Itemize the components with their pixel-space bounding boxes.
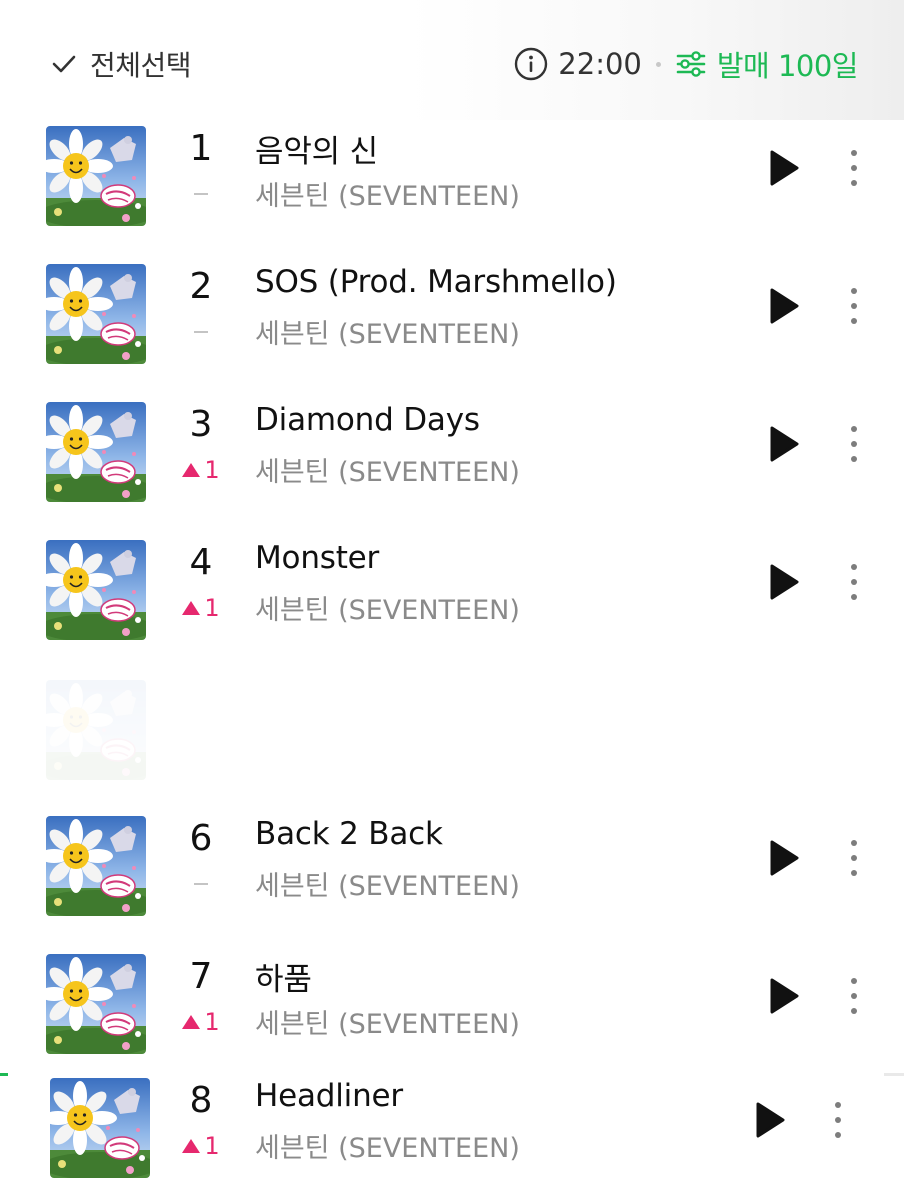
- album-cover[interactable]: [50, 1078, 150, 1178]
- rank-change-value: 1: [204, 594, 220, 622]
- release-filter-label: 발매 100일: [716, 49, 859, 83]
- more-vertical-icon[interactable]: [840, 422, 868, 466]
- track-row[interactable]: 8 1 Headliner 세븐틴 (SEVENTEEN): [0, 1070, 904, 1180]
- more-vertical-icon[interactable]: [840, 284, 868, 328]
- album-cover[interactable]: [46, 954, 146, 1054]
- track-artist[interactable]: 세븐틴 (SEVENTEEN): [255, 450, 520, 489]
- track-title[interactable]: 음악의 신: [255, 126, 378, 171]
- track-title[interactable]: Back 2 Back: [255, 816, 443, 852]
- more-vertical-icon[interactable]: [840, 560, 868, 604]
- track-title[interactable]: Headliner: [255, 1078, 403, 1114]
- play-icon[interactable]: [766, 286, 802, 326]
- rank-up-icon: [182, 1139, 201, 1153]
- album-cover[interactable]: [46, 126, 146, 226]
- play-icon[interactable]: [766, 838, 802, 878]
- rank-change-value: 1: [204, 1132, 220, 1160]
- track-rank: 4: [189, 542, 213, 583]
- rank-same-icon: [194, 331, 208, 333]
- track-title[interactable]: 하품: [255, 954, 312, 999]
- track-artist[interactable]: 세븐틴 (SEVENTEEN): [255, 1126, 520, 1165]
- current-position-marker: [0, 1073, 8, 1076]
- play-icon[interactable]: [766, 424, 802, 464]
- rank-same-icon: [194, 883, 208, 885]
- play-icon[interactable]: [766, 562, 802, 602]
- track-title[interactable]: Diamond Days: [255, 402, 480, 438]
- rank-change: [170, 316, 232, 348]
- play-icon[interactable]: [766, 148, 802, 188]
- separator-dot: [655, 61, 661, 67]
- track-artist[interactable]: 세븐틴 (SEVENTEEN): [255, 588, 520, 627]
- select-all-button[interactable]: 전체선택: [50, 44, 192, 84]
- info-icon[interactable]: [514, 47, 548, 81]
- album-cover[interactable]: [46, 402, 146, 502]
- faded-track-row: [0, 672, 904, 782]
- track-row[interactable]: 4 1 Monster 세븐틴 (SEVENTEEN): [0, 532, 904, 642]
- rank-same-icon: [194, 193, 208, 195]
- more-vertical-icon[interactable]: [840, 836, 868, 880]
- album-cover: [46, 680, 146, 780]
- track-row[interactable]: 1 음악의 신 세븐틴 (SEVENTEEN): [0, 118, 904, 228]
- album-cover[interactable]: [46, 264, 146, 364]
- rank-up-icon: [182, 463, 201, 477]
- more-vertical-icon[interactable]: [840, 974, 868, 1018]
- rank-change: 1: [170, 592, 232, 624]
- track-row[interactable]: 3 1 Diamond Days 세븐틴 (SEVENTEEN): [0, 394, 904, 504]
- album-cover[interactable]: [46, 540, 146, 640]
- chart-time: 22:00: [558, 47, 642, 81]
- track-rank: 8: [189, 1080, 213, 1121]
- track-title[interactable]: SOS (Prod. Marshmello): [255, 264, 617, 300]
- track-title[interactable]: Monster: [255, 540, 379, 576]
- check-icon: [52, 55, 76, 73]
- rank-change: 1: [170, 1006, 232, 1038]
- more-vertical-icon[interactable]: [824, 1098, 852, 1142]
- play-icon[interactable]: [752, 1100, 788, 1140]
- track-row[interactable]: 6 Back 2 Back 세븐틴 (SEVENTEEN): [0, 808, 904, 918]
- divider-line: [884, 1073, 904, 1076]
- filter-sliders-icon: [675, 48, 707, 80]
- more-vertical-icon[interactable]: [840, 146, 868, 190]
- rank-change: [170, 178, 232, 210]
- track-rank: 3: [189, 404, 213, 445]
- track-rank: 6: [189, 818, 213, 859]
- select-all-label: 전체선택: [90, 49, 192, 82]
- track-rank: 1: [189, 128, 213, 169]
- track-row[interactable]: 7 1 하품 세븐틴 (SEVENTEEN): [0, 946, 904, 1056]
- rank-change: 1: [170, 454, 232, 486]
- release-filter-button[interactable]: 발매 100일: [675, 43, 859, 85]
- play-icon[interactable]: [766, 976, 802, 1016]
- rank-up-icon: [182, 1015, 201, 1029]
- rank-change-value: 1: [204, 1008, 220, 1036]
- album-cover[interactable]: [46, 816, 146, 916]
- track-artist[interactable]: 세븐틴 (SEVENTEEN): [255, 174, 520, 213]
- track-rank: 7: [189, 956, 213, 997]
- rank-up-icon: [182, 601, 201, 615]
- track-rank: 2: [189, 266, 213, 307]
- chart-header: 전체선택 22:00 발매 100일: [0, 0, 904, 120]
- track-artist[interactable]: 세븐틴 (SEVENTEEN): [255, 864, 520, 903]
- track-artist[interactable]: 세븐틴 (SEVENTEEN): [255, 1002, 520, 1041]
- rank-change: [170, 868, 232, 900]
- rank-change: 1: [170, 1130, 232, 1162]
- track-artist[interactable]: 세븐틴 (SEVENTEEN): [255, 312, 520, 351]
- header-right-group: 22:00 발매 100일: [514, 43, 859, 85]
- track-row[interactable]: 2 SOS (Prod. Marshmello) 세븐틴 (SEVENTEEN): [0, 256, 904, 366]
- rank-change-value: 1: [204, 456, 220, 484]
